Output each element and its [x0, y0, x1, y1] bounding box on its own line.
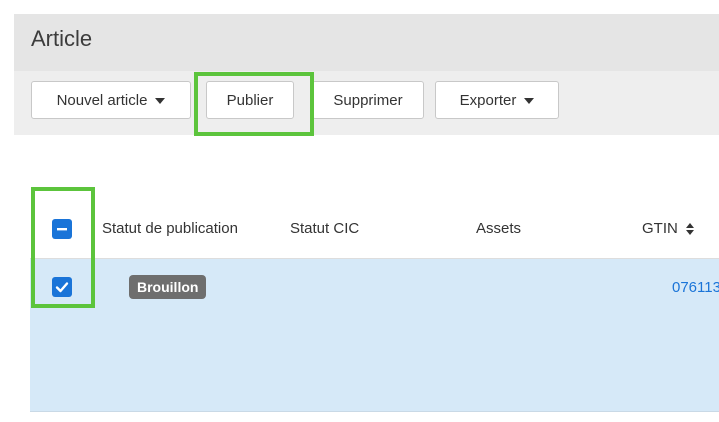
gtin-link[interactable]: 07611330	[672, 279, 719, 296]
chevron-down-icon	[155, 98, 166, 104]
column-header-publication-status[interactable]: Statut de publication	[102, 220, 238, 237]
column-header-assets[interactable]: Assets	[476, 220, 521, 237]
publish-button[interactable]: Publier	[206, 81, 294, 119]
publish-label: Publier	[226, 91, 274, 109]
row-checkbox[interactable]	[52, 277, 72, 297]
column-header-gtin[interactable]: GTIN	[642, 220, 695, 237]
export-button[interactable]: Exporter	[435, 81, 559, 119]
toolbar: Nouvel article Publier Supprimer Exporte…	[14, 71, 719, 135]
table-header: Statut de publication Statut CIC Assets …	[30, 200, 719, 259]
delete-label: Supprimer	[333, 91, 403, 109]
page-header: Article	[14, 14, 719, 71]
chevron-down-icon	[524, 98, 535, 104]
export-label: Exporter	[459, 91, 517, 109]
column-header-gtin-label: GTIN	[642, 220, 678, 237]
select-all-checkbox[interactable]	[52, 219, 72, 239]
status-badge: Brouillon	[129, 275, 207, 299]
sort-icon	[686, 223, 695, 236]
column-header-cic-status[interactable]: Statut CIC	[290, 220, 359, 237]
new-article-button[interactable]: Nouvel article	[31, 81, 191, 119]
minus-icon	[57, 228, 67, 231]
delete-button[interactable]: Supprimer	[312, 81, 424, 119]
check-icon	[55, 282, 69, 293]
page-title: Article	[31, 26, 93, 51]
table-row[interactable]: Brouillon 07611330	[30, 259, 719, 412]
new-article-label: Nouvel article	[56, 91, 148, 109]
